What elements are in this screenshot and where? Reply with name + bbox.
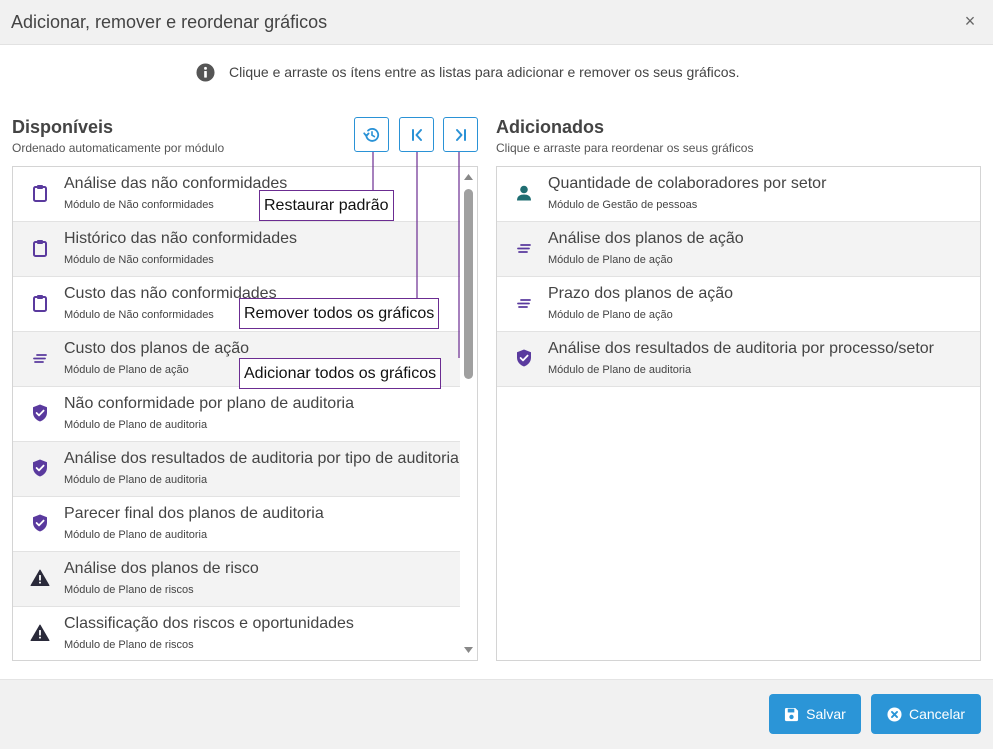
info-text: Clique e arraste os ítens entre as lista…: [229, 64, 740, 80]
chevron-last-icon: [455, 128, 466, 141]
remove-all-callout: Remover todos os gráficos: [239, 298, 440, 329]
available-list-scrollbar[interactable]: [460, 167, 477, 660]
save-button[interactable]: Salvar: [769, 694, 861, 734]
available-item-title: Histórico das não conformidades: [64, 230, 298, 247]
warning-icon: [30, 568, 50, 588]
add-all-callout: Adicionar todos os gráficos: [239, 358, 442, 389]
available-item-title: Análise das não conformidades: [64, 175, 288, 192]
available-item-title: Não conformidade por plano de auditoria: [64, 395, 354, 412]
added-item[interactable]: Quantidade de colaboradores por setor Mód…: [497, 167, 980, 222]
shield-check-icon: [30, 403, 50, 423]
available-item-module: Módulo de Plano de riscos: [64, 639, 194, 651]
available-item-module: Módulo de Plano de auditoria: [64, 419, 208, 431]
restore-callout: Restaurar padrão: [259, 190, 394, 221]
floppy-disk-icon: [785, 707, 799, 721]
added-item[interactable]: Análise dos resultados de auditoria por …: [497, 332, 980, 387]
available-item-module: Módulo de Não conformidades: [64, 254, 214, 266]
close-button[interactable]: ×: [961, 10, 979, 32]
available-item-title: Classificação dos riscos e oportunidades: [64, 615, 354, 632]
shield-check-icon: [30, 458, 50, 478]
dialog-title: Adicionar, remover e reordenar gráficos: [11, 12, 328, 32]
clipboard-icon: [30, 238, 50, 258]
available-item-module: Módulo de Não conformidades: [64, 309, 214, 321]
warning-icon: [30, 623, 50, 643]
added-item[interactable]: Prazo dos planos de ação Módulo de Plano …: [497, 277, 980, 332]
available-item[interactable]: Parecer final dos planos de auditoria Mód…: [13, 497, 461, 552]
info-icon: [196, 62, 215, 82]
added-item-title: Análise dos planos de ação: [548, 230, 744, 247]
available-item-title: Análise dos planos de risco: [64, 560, 259, 577]
arrow-down-icon: [464, 647, 473, 653]
dialog-footer: Salvar Cancelar: [0, 679, 993, 749]
lines-icon: [30, 348, 50, 368]
scroll-thumb[interactable]: [464, 189, 473, 379]
person-icon: [514, 183, 534, 203]
available-item[interactable]: Histórico das não conformidades Módulo de…: [13, 222, 461, 277]
available-item-title: Análise dos resultados de auditoria por …: [64, 450, 459, 467]
chevron-first-icon: [411, 128, 422, 141]
add-all-button[interactable]: [443, 117, 478, 152]
added-item-module: Módulo de Plano de ação: [548, 254, 673, 266]
added-title: Adicionados: [496, 117, 605, 137]
available-item-module: Módulo de Plano de auditoria: [64, 474, 208, 486]
available-item-module: Módulo de Plano de auditoria: [64, 529, 208, 541]
available-item-module: Módulo de Não conformidades: [64, 199, 214, 211]
dialog-header: Adicionar, remover e reordenar gráficos …: [0, 0, 993, 45]
shield-check-icon: [514, 348, 534, 368]
shield-check-icon: [30, 513, 50, 533]
restore-default-button[interactable]: [354, 117, 389, 152]
added-item-module: Módulo de Plano de auditoria: [548, 364, 692, 376]
added-item-module: Módulo de Gestão de pessoas: [548, 199, 698, 211]
info-message: Clique e arraste os ítens entre as lista…: [196, 62, 739, 82]
available-list[interactable]: Análise das não conformidades Módulo de N…: [12, 166, 478, 661]
available-item[interactable]: Análise dos resultados de auditoria por …: [13, 442, 461, 497]
close-icon: ×: [964, 11, 976, 31]
added-item-title: Prazo dos planos de ação: [548, 285, 734, 302]
scroll-up-button[interactable]: [460, 170, 477, 184]
available-subtitle: Ordenado automaticamente por módulo: [12, 141, 225, 155]
lines-icon: [514, 238, 534, 258]
save-label: Salvar: [806, 706, 846, 722]
cancel-label: Cancelar: [908, 706, 966, 722]
available-item-title: Parecer final dos planos de auditoria: [64, 505, 324, 522]
available-item-title: Custo dos planos de ação: [64, 340, 250, 357]
lines-icon: [514, 293, 534, 313]
available-item[interactable]: Classificação dos riscos e oportunidades…: [13, 607, 461, 660]
added-item-title: Quantidade de colaboradores por setor: [548, 175, 827, 192]
remove-all-button[interactable]: [399, 117, 434, 152]
available-item-module: Módulo de Plano de ação: [64, 364, 189, 376]
available-title: Disponíveis: [12, 117, 114, 137]
clipboard-icon: [30, 293, 50, 313]
available-item[interactable]: Não conformidade por plano de auditoria M…: [13, 387, 461, 442]
available-item[interactable]: Análise dos planos de risco Módulo de Pla…: [13, 552, 461, 607]
scroll-down-button[interactable]: [460, 643, 477, 657]
available-item-module: Módulo de Plano de riscos: [64, 584, 194, 596]
arrow-up-icon: [464, 174, 473, 180]
available-item[interactable]: Análise das não conformidades Módulo de N…: [13, 167, 461, 222]
added-item[interactable]: Análise dos planos de ação Módulo de Plan…: [497, 222, 980, 277]
cancel-circle-icon: [887, 706, 902, 722]
added-item-module: Módulo de Plano de ação: [548, 309, 673, 321]
clipboard-icon: [30, 183, 50, 203]
restore-icon: [362, 127, 379, 142]
added-subtitle: Clique e arraste para reordenar os seus …: [496, 141, 754, 155]
cancel-button[interactable]: Cancelar: [871, 694, 981, 734]
added-list[interactable]: Quantidade de colaboradores por setor Mód…: [496, 166, 981, 661]
added-item-title: Análise dos resultados de auditoria por …: [548, 340, 934, 357]
